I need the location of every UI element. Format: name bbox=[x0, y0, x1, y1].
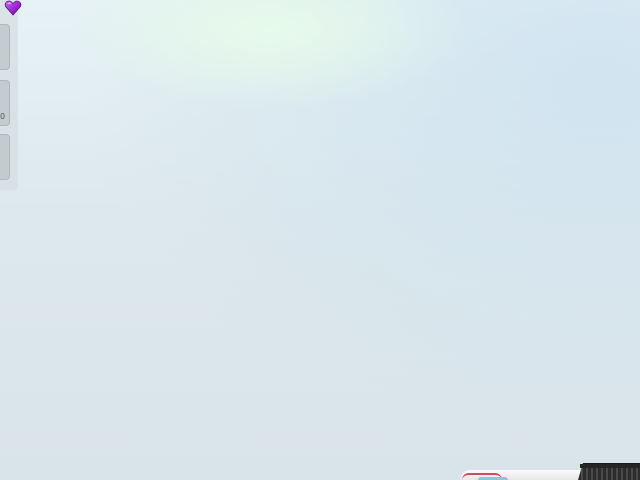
inventory-slot-1[interactable] bbox=[0, 24, 10, 70]
bottom-right-device bbox=[460, 463, 640, 480]
inventory-slot-2-count: 0 bbox=[0, 112, 6, 121]
inventory-slot-3[interactable] bbox=[0, 134, 10, 180]
side-inventory-panel: 0 bbox=[0, 0, 22, 190]
device-grille-cap bbox=[580, 464, 640, 468]
heart-gem-icon[interactable] bbox=[4, 0, 22, 16]
game-viewport[interactable]: 0 bbox=[0, 0, 640, 480]
